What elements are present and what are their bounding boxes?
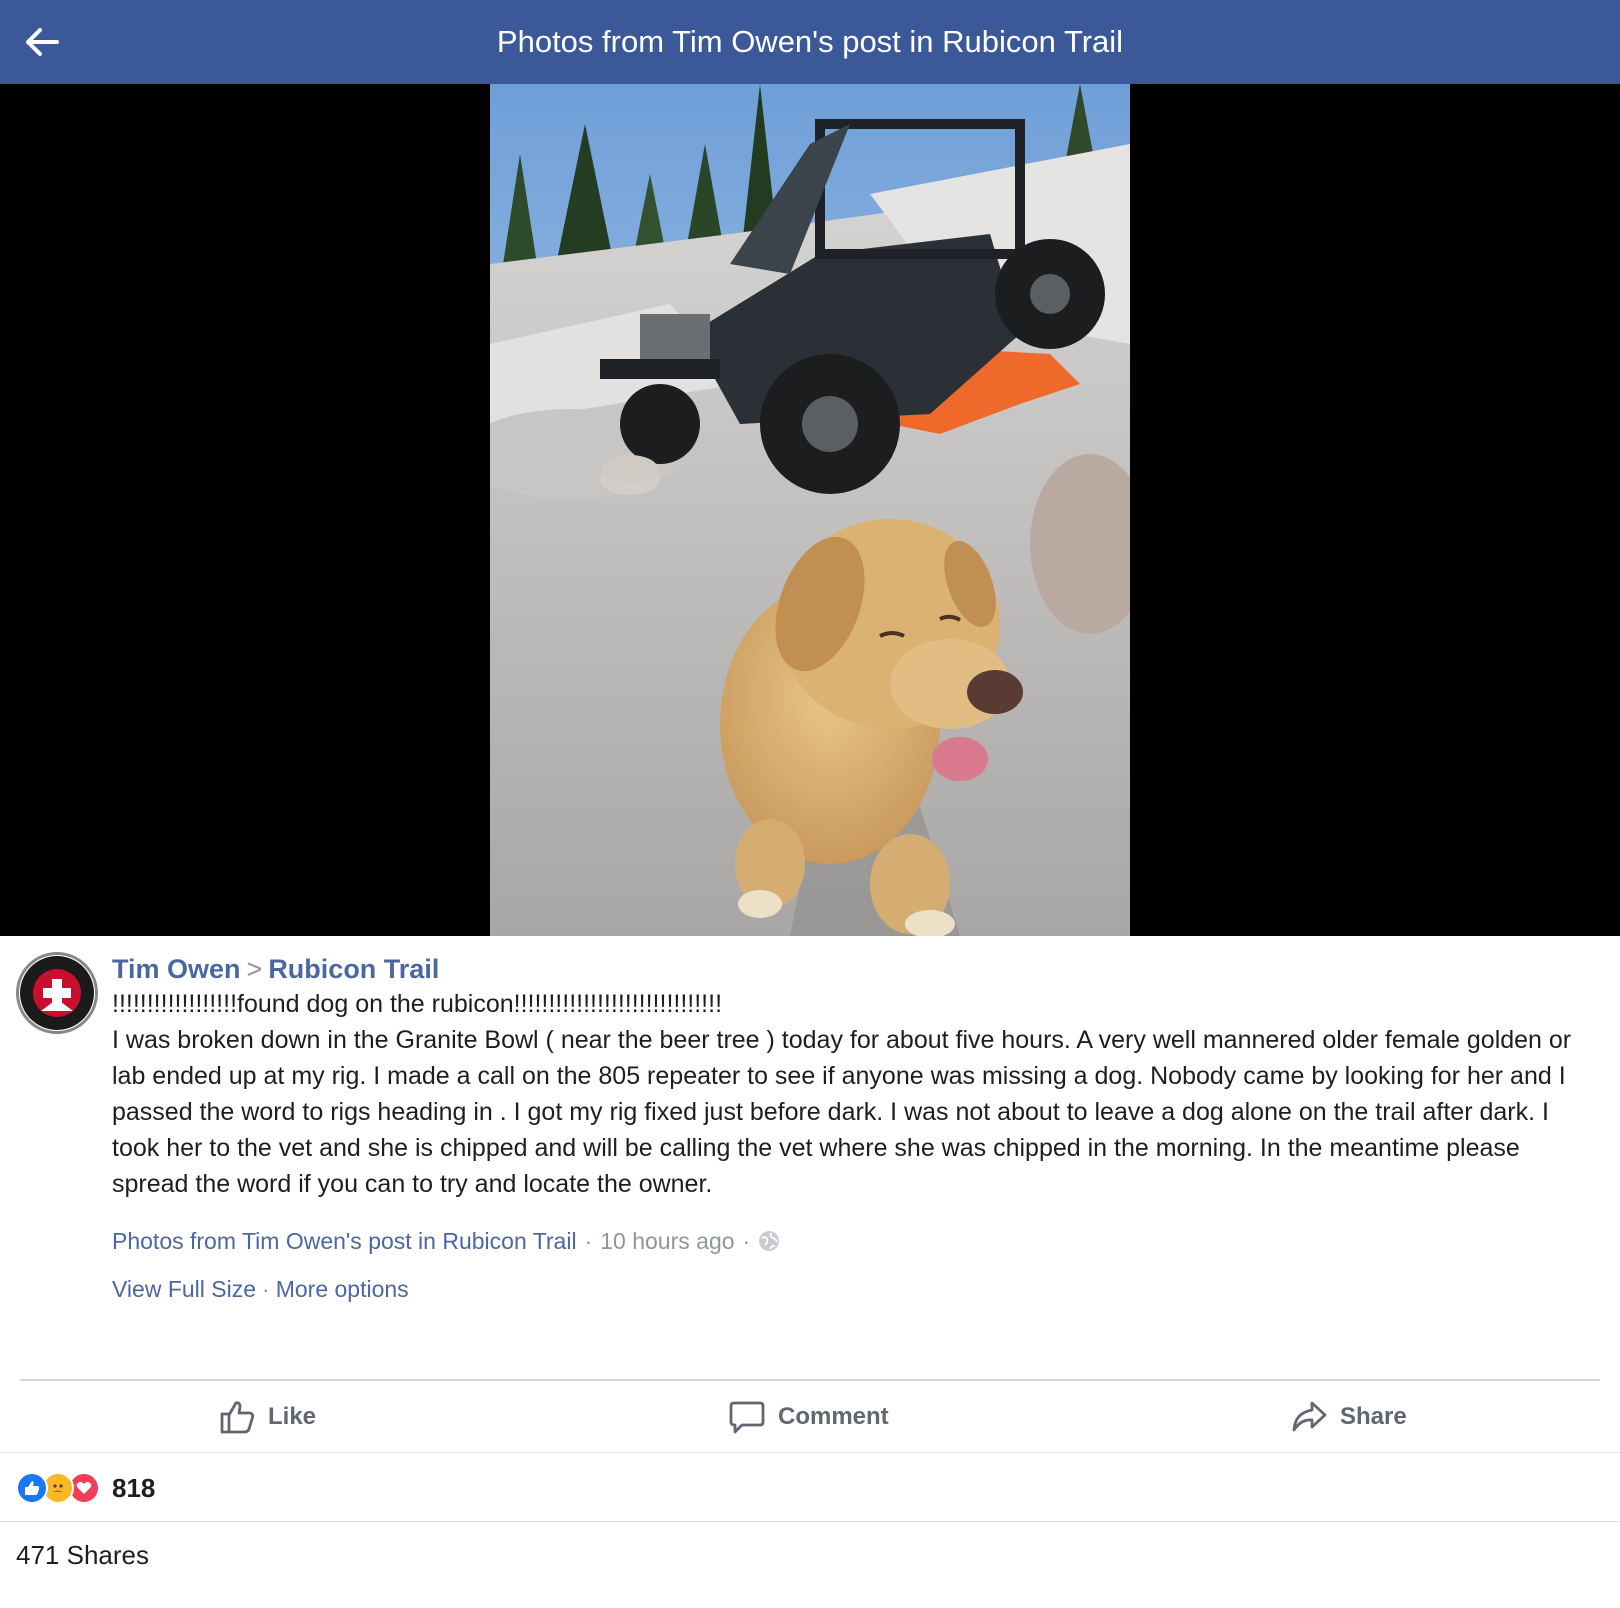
album-link[interactable]: Photos from Tim Owen's post in Rubicon T…: [112, 1224, 577, 1258]
author-avatar[interactable]: [16, 952, 98, 1034]
photo-viewer: [0, 84, 1620, 936]
like-label: Like: [268, 1403, 317, 1430]
post-photo[interactable]: [490, 84, 1130, 936]
post-meta: Photos from Tim Owen's post in Rubicon T…: [112, 1224, 780, 1258]
meta-dot: ·: [584, 1228, 593, 1254]
author-name-link[interactable]: Tim Owen: [112, 954, 241, 984]
reaction-count: 818: [112, 1472, 156, 1503]
action-bar: Like Comment Share: [0, 1382, 1620, 1452]
links-dot: ·: [262, 1276, 270, 1302]
comment-label: Comment: [778, 1403, 889, 1430]
group-name-link[interactable]: Rubicon Trail: [268, 954, 439, 984]
memorial-logo-icon: [20, 956, 94, 1030]
divider: [20, 1379, 1600, 1381]
author-line: Tim Owen > Rubicon Trail: [112, 952, 1602, 986]
comment-button[interactable]: Comment: [728, 1382, 889, 1452]
globe-icon: [759, 1231, 780, 1251]
page-title: Photos from Tim Owen's post in Rubicon T…: [496, 24, 1124, 59]
breadcrumb-separator: >: [246, 954, 263, 984]
more-options-link[interactable]: More options: [276, 1276, 409, 1302]
share-arrow-icon: [1292, 1401, 1327, 1432]
share-button[interactable]: Share: [1290, 1382, 1407, 1452]
share-label: Share: [1340, 1403, 1407, 1430]
shares-count[interactable]: 471 Shares: [16, 1540, 149, 1571]
reactions-summary[interactable]: 818: [16, 1468, 155, 1508]
divider: [0, 1521, 1620, 1522]
comment-icon: [729, 1401, 765, 1434]
divider: [0, 1452, 1620, 1453]
meta-dot: ·: [742, 1228, 751, 1254]
like-button[interactable]: Like: [218, 1382, 316, 1452]
post-timestamp[interactable]: 10 hours ago: [600, 1224, 734, 1258]
top-bar: Photos from Tim Owen's post in Rubicon T…: [0, 0, 1620, 84]
post-content: Tim Owen > Rubicon Trail !!!!!!!!!!!!!!!!!…: [112, 952, 1602, 1202]
post-headline: !!!!!!!!!!!!!!!!!!found dog on the rubic…: [112, 990, 723, 1018]
photo-links: View Full Size · More options: [112, 1272, 409, 1306]
like-reaction-icon: [16, 1472, 48, 1504]
view-full-size-link[interactable]: View Full Size: [112, 1276, 256, 1302]
post-body: I was broken down in the Granite Bowl ( …: [112, 1026, 1572, 1198]
thumbs-up-icon: [220, 1401, 255, 1434]
